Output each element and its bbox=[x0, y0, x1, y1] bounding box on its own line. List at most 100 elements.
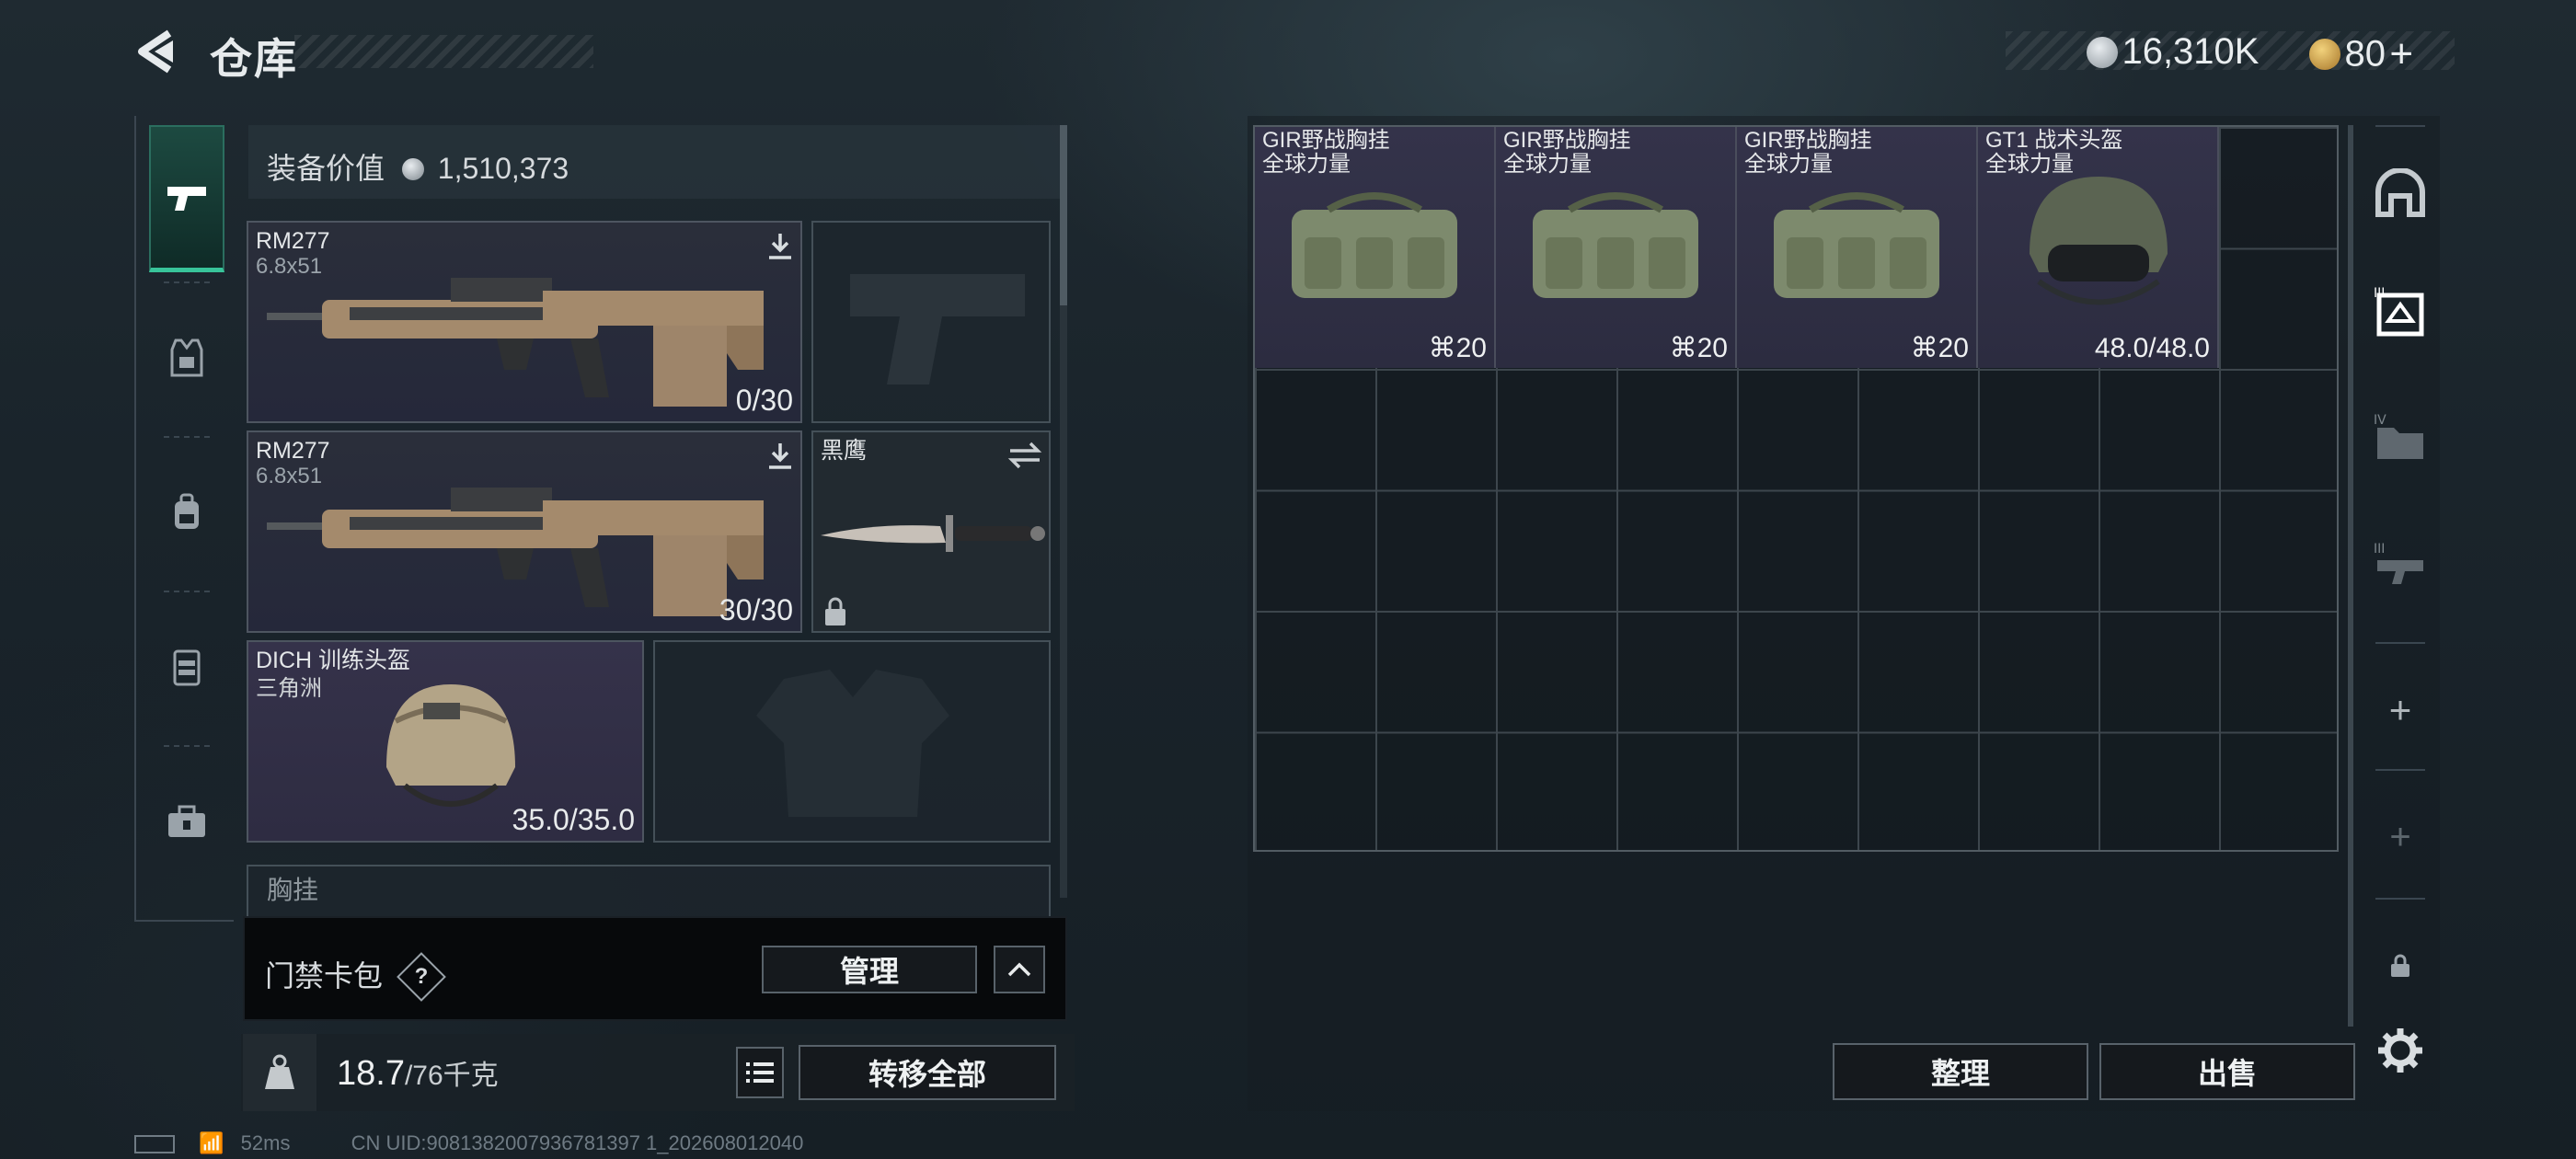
weapon-case-level-3-icon: III bbox=[2374, 542, 2423, 584]
weight-icon bbox=[265, 1054, 294, 1089]
item-name: GIR野战胸挂 全球力量 bbox=[1503, 128, 1631, 177]
box-level-3-icon: III bbox=[2374, 286, 2424, 337]
transfer-all-button[interactable]: 转移全部 bbox=[799, 1045, 1056, 1100]
item-tactical-helmet[interactable]: GT1 战术头盔 全球力量 48.0/48.0 bbox=[1978, 127, 2219, 368]
gear-icon bbox=[2378, 1028, 2422, 1073]
ammo-count: 30/30 bbox=[719, 593, 793, 626]
backpack-icon bbox=[175, 493, 199, 529]
gold-amount: 80 bbox=[2344, 33, 2386, 75]
equipment-value: 1,510,373 bbox=[437, 152, 569, 185]
container-tab-1[interactable] bbox=[2361, 131, 2440, 256]
item-chest-rig-1[interactable]: GIR野战胸挂 全球力量 ⌘20 bbox=[1255, 127, 1496, 368]
silver-currency: 16,310K bbox=[2087, 31, 2259, 73]
armor-slot[interactable] bbox=[653, 640, 1051, 843]
item-count: 48.0/48.0 bbox=[2094, 333, 2210, 363]
status-bar: 📶 52ms CN UID:9081382007936781397 1_2026… bbox=[134, 1131, 803, 1155]
knife-image bbox=[821, 515, 1045, 552]
plus-icon: + bbox=[2388, 688, 2412, 731]
page-title: 仓库 bbox=[210, 35, 298, 83]
ammo-count: 0/30 bbox=[735, 384, 793, 417]
silver-coin-icon bbox=[401, 157, 424, 180]
primary-weapon-slot-2[interactable]: RM277 6.8x51 30/30 bbox=[247, 430, 802, 633]
container-sidebar: III IV III + + bbox=[2361, 116, 2440, 1111]
container-tab-2[interactable]: III bbox=[2361, 250, 2440, 375]
category-sidebar bbox=[134, 116, 234, 922]
tactical-helmet-image bbox=[2030, 177, 2168, 305]
ping-text: 52ms bbox=[240, 1131, 291, 1154]
add-gold-button[interactable]: + bbox=[2389, 31, 2413, 76]
left-scroll-thumb[interactable] bbox=[1060, 125, 1067, 305]
armor-vest-icon bbox=[170, 339, 203, 377]
gold-currency: 80 + bbox=[2309, 31, 2413, 77]
melee-slot[interactable]: 黑鹰 bbox=[811, 430, 1051, 633]
weight-current: 18.7 bbox=[337, 1054, 405, 1093]
add-container-button-2[interactable]: + bbox=[2361, 775, 2440, 900]
chest-rig-section: 胸挂 bbox=[247, 865, 1051, 920]
right-scrollbar[interactable] bbox=[2348, 125, 2353, 1027]
header-stripe bbox=[294, 35, 593, 68]
rifle-image bbox=[267, 488, 764, 616]
category-case[interactable] bbox=[149, 598, 224, 736]
item-chest-rig-3[interactable]: GIR野战胸挂 全球力量 ⌘20 bbox=[1737, 127, 1978, 368]
category-medkit[interactable] bbox=[149, 752, 224, 890]
gold-coin-icon bbox=[2309, 39, 2340, 70]
container-tab-3[interactable]: IV bbox=[2361, 375, 2440, 500]
item-name: GIR野战胸挂 全球力量 bbox=[1262, 128, 1390, 177]
wifi-icon: 📶 bbox=[199, 1131, 224, 1154]
weight-max: /76千克 bbox=[404, 1061, 499, 1091]
pistol-slot[interactable] bbox=[811, 221, 1051, 423]
safe-icon bbox=[2375, 168, 2425, 217]
helmet-image bbox=[386, 684, 515, 807]
item-name: GIR野战胸挂 全球力量 bbox=[1744, 128, 1872, 177]
folder-level-4-icon: IV bbox=[2374, 413, 2423, 459]
item-count: ⌘20 bbox=[1910, 333, 1969, 363]
helmet-slot[interactable]: DICH 训练头盔 三角洲 35.0/35.0 bbox=[247, 640, 644, 843]
section-label: 胸挂 bbox=[267, 876, 319, 904]
category-backpack[interactable] bbox=[149, 443, 224, 581]
pistol-icon bbox=[167, 186, 206, 211]
rifle-image bbox=[267, 278, 764, 407]
battery-icon bbox=[134, 1135, 175, 1154]
lock-icon bbox=[825, 597, 845, 625]
swap-icon[interactable] bbox=[1006, 440, 1043, 471]
access-card-label: 门禁卡包 ? bbox=[265, 951, 446, 1002]
container-tab-4[interactable]: III bbox=[2361, 500, 2440, 625]
armor-placeholder-icon bbox=[756, 670, 949, 817]
chest-rig-image bbox=[1292, 192, 1457, 298]
weight-icon-box bbox=[243, 1034, 316, 1111]
chest-rig-image bbox=[1774, 192, 1939, 298]
item-count: ⌘20 bbox=[1669, 333, 1728, 363]
list-icon bbox=[746, 1062, 774, 1083]
sell-button[interactable]: 出售 bbox=[2099, 1043, 2355, 1100]
category-weapons[interactable] bbox=[149, 125, 224, 272]
help-text: ? bbox=[414, 963, 429, 989]
lock-icon bbox=[2391, 954, 2409, 977]
helmet-brand: 三角洲 bbox=[256, 676, 322, 701]
back-arrow-icon[interactable] bbox=[132, 28, 182, 75]
settings-button[interactable] bbox=[2361, 988, 2440, 1113]
weight-readout: 18.7/76千克 bbox=[337, 1052, 499, 1094]
list-view-button[interactable] bbox=[736, 1047, 784, 1098]
chevron-up-icon bbox=[1007, 962, 1031, 977]
pistol-placeholder-icon bbox=[850, 274, 1025, 384]
sort-button[interactable]: 整理 bbox=[1833, 1043, 2088, 1100]
svg-text:III: III bbox=[2374, 542, 2385, 557]
primary-weapon-slot-1[interactable]: RM277 6.8x51 0/30 bbox=[247, 221, 802, 423]
plus-icon: + bbox=[2389, 816, 2411, 857]
add-container-button[interactable]: + bbox=[2361, 648, 2440, 773]
category-armor[interactable] bbox=[149, 289, 224, 427]
collapse-button[interactable] bbox=[994, 946, 1045, 993]
uid-text: CN UID:9081382007936781397 1_20260801204… bbox=[351, 1131, 804, 1154]
toolbox-icon bbox=[168, 805, 205, 837]
access-card-text: 门禁卡包 bbox=[265, 959, 384, 993]
melee-name: 黑鹰 bbox=[821, 438, 868, 464]
item-chest-rig-2[interactable]: GIR野战胸挂 全球力量 ⌘20 bbox=[1496, 127, 1737, 368]
manage-button[interactable]: 管理 bbox=[762, 946, 977, 993]
equipment-value-bar: 装备价值 1,510,373 bbox=[248, 125, 1067, 199]
container-icon bbox=[173, 649, 201, 686]
helmet-durability: 35.0/35.0 bbox=[512, 803, 635, 836]
silver-amount: 16,310K bbox=[2122, 31, 2260, 72]
equipment-value-label: 装备价值 bbox=[267, 152, 385, 185]
help-icon[interactable]: ? bbox=[397, 951, 446, 1002]
svg-text:III: III bbox=[2374, 286, 2385, 301]
